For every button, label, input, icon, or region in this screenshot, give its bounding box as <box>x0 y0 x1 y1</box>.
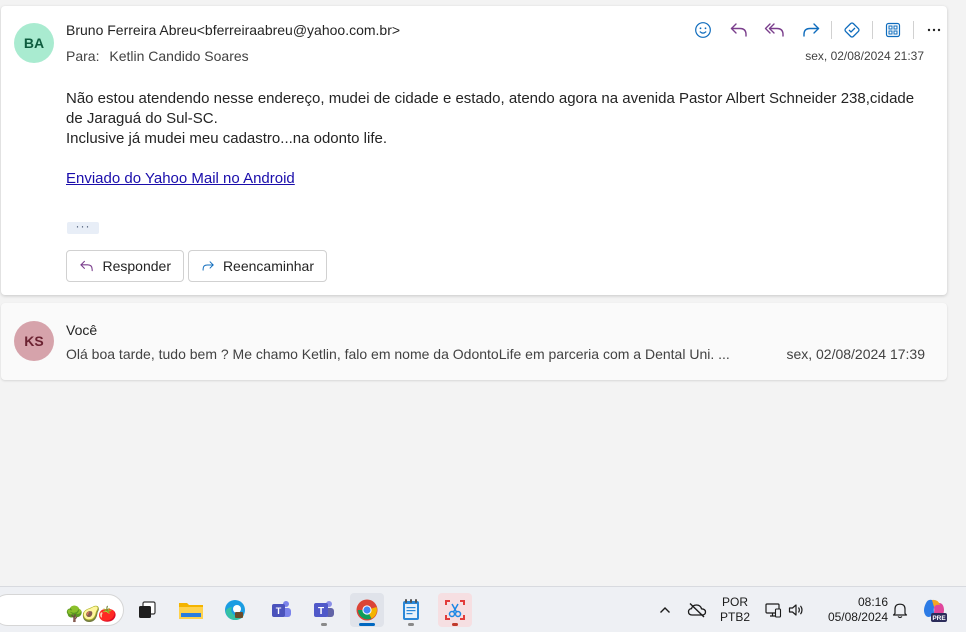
snipping-tool-icon <box>445 600 465 620</box>
body-paragraph: Não estou atendendo nesse endereço, mude… <box>66 90 915 127</box>
forward-button[interactable] <box>793 16 829 44</box>
notepad-icon <box>403 599 419 620</box>
toolbar-divider <box>913 21 914 39</box>
running-indicator <box>359 623 375 626</box>
network-button[interactable] <box>763 600 783 620</box>
search-highlight-icon: 🌳🥑🍅 <box>65 606 117 623</box>
message-body: Não estou atendendo nesse endereço, mude… <box>66 89 926 149</box>
running-indicator <box>408 623 414 626</box>
clock-date: 05/08/2024 <box>827 610 888 624</box>
message-card-expanded[interactable]: BA Bruno Ferreira Abreu<bferreiraabreu@y… <box>1 6 947 295</box>
message-date: sex, 02/08/2024 21:37 <box>805 49 924 63</box>
clock-button[interactable]: 08:16 05/08/2024 <box>818 595 888 625</box>
message-preview: Olá boa tarde, tudo bem ? Me chamo Ketli… <box>66 346 730 362</box>
forward-icon <box>202 261 214 271</box>
folder-icon <box>179 603 203 619</box>
running-indicator <box>321 623 327 626</box>
keyboard-layout: PTB2 <box>719 610 750 624</box>
input-language-indicator[interactable]: POR PTB2 <box>718 595 752 625</box>
apps-icon <box>885 22 901 38</box>
teams-classic-icon: T <box>272 601 291 617</box>
copilot-icon: PRE <box>924 599 947 622</box>
sender-avatar[interactable]: BA <box>14 23 54 63</box>
emoji-icon <box>695 22 711 38</box>
more-icon <box>927 28 941 32</box>
emoji-reaction-button[interactable] <box>685 16 721 44</box>
volume-button[interactable] <box>786 600 806 620</box>
message-toolbar <box>685 16 952 44</box>
clock-time: 08:16 <box>857 595 888 609</box>
signature-link[interactable]: Enviado do Yahoo Mail no Android <box>66 169 295 189</box>
onedrive-status-button[interactable] <box>687 600 707 620</box>
notepad-button[interactable] <box>394 593 428 627</box>
immersive-reader-icon <box>844 22 860 38</box>
windows-taskbar: 🌳🥑🍅 T T POR PTB2 08:16 05/08/2024 PRE <box>0 586 966 632</box>
taskbar-search-box[interactable]: 🌳🥑🍅 <box>0 594 124 626</box>
chrome-icon <box>356 599 378 621</box>
reply-action-label: Responder <box>102 258 172 274</box>
volume-icon <box>788 604 803 616</box>
teams-button[interactable]: T <box>307 593 341 627</box>
cloud-offline-icon <box>687 602 707 618</box>
reply-icon <box>80 260 93 272</box>
edge-button[interactable] <box>218 593 252 627</box>
notifications-button[interactable] <box>890 600 910 620</box>
forward-action-button[interactable]: Reencaminhar <box>188 250 327 282</box>
apps-button[interactable] <box>875 16 911 44</box>
teams-icon: T <box>314 601 334 617</box>
reply-icon <box>730 23 747 37</box>
network-icon <box>765 603 782 618</box>
teams-classic-button[interactable]: T <box>264 593 298 627</box>
language-code: POR <box>721 595 748 609</box>
recipient-name[interactable]: Ketlin Candido Soares <box>109 48 248 64</box>
message-date: sex, 02/08/2024 17:39 <box>786 346 925 362</box>
message-card-collapsed[interactable]: KS Você Olá boa tarde, tudo bem ? Me cha… <box>1 303 947 380</box>
reply-button[interactable] <box>721 16 757 44</box>
edge-icon <box>225 600 245 620</box>
to-label: Para: <box>66 48 100 64</box>
sender-avatar[interactable]: KS <box>14 321 54 361</box>
body-paragraph: Inclusive já mudei meu cadastro...na odo… <box>66 130 388 147</box>
svg-text:T: T <box>318 606 324 617</box>
forward-action-label: Reencaminhar <box>222 258 314 274</box>
bell-icon <box>892 603 908 619</box>
forward-icon <box>803 23 820 37</box>
immersive-reader-button[interactable] <box>834 16 870 44</box>
reply-action-button[interactable]: Responder <box>66 250 184 282</box>
recipient-line: Para: Ketlin Candido Soares <box>66 48 249 64</box>
copilot-badge-text: PRE <box>932 615 946 622</box>
running-indicator <box>452 623 458 626</box>
show-quoted-text-button[interactable]: ··· <box>67 220 99 234</box>
svg-text:T: T <box>276 606 282 616</box>
copilot-button[interactable]: PRE <box>921 597 947 623</box>
file-explorer-button[interactable] <box>174 593 208 627</box>
reply-all-button[interactable] <box>757 16 793 44</box>
show-hidden-icons-button[interactable] <box>656 601 674 619</box>
reply-all-icon <box>764 23 784 37</box>
chevron-up-icon <box>660 607 670 613</box>
sender-name: Você <box>66 322 98 338</box>
task-view-button[interactable] <box>130 593 164 627</box>
sender-name[interactable]: Bruno Ferreira Abreu<bferreiraabreu@yaho… <box>66 22 400 38</box>
snipping-tool-button[interactable] <box>438 593 472 627</box>
chrome-button[interactable] <box>350 593 384 627</box>
toolbar-divider <box>831 21 832 39</box>
more-actions-button[interactable] <box>916 16 952 44</box>
task-view-icon <box>139 601 156 618</box>
toolbar-divider <box>872 21 873 39</box>
